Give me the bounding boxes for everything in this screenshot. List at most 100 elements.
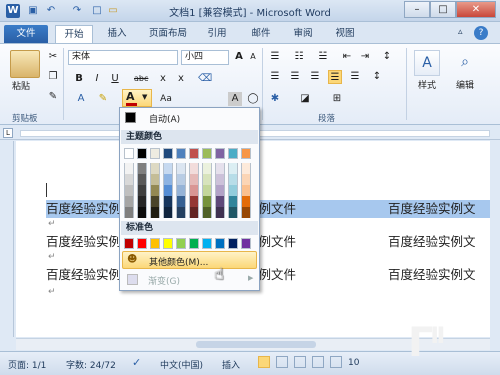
standard-color-row[interactable] <box>124 238 256 249</box>
theme-shade-swatch[interactable] <box>163 207 173 218</box>
line-spacing-icon[interactable]: ↕ <box>370 70 384 84</box>
theme-shade-swatch[interactable] <box>215 185 225 196</box>
theme-shade-swatch[interactable] <box>137 196 147 207</box>
standard-color-swatch[interactable] <box>124 238 134 249</box>
standard-color-swatch[interactable] <box>241 238 251 249</box>
theme-shade-swatch[interactable] <box>150 174 160 185</box>
web-layout-icon[interactable] <box>294 356 306 368</box>
theme-shade-swatch[interactable] <box>215 174 225 185</box>
more-colors-item[interactable]: ☻ 其他颜色(M)... <box>122 251 257 269</box>
grow-font-icon[interactable]: A <box>232 50 246 64</box>
theme-shade-swatch[interactable] <box>189 185 199 196</box>
theme-shade-swatch[interactable] <box>137 163 147 174</box>
theme-shade-swatch[interactable] <box>202 185 212 196</box>
shading-icon[interactable]: ◪ <box>298 92 312 106</box>
doc-line[interactable]: 百度经验实例 实例文件 百度经验实例文 <box>46 266 490 284</box>
maximize-button[interactable]: □ <box>430 1 456 18</box>
multilevel-icon[interactable]: ☱ <box>316 50 330 64</box>
theme-shade-swatch[interactable] <box>150 196 160 207</box>
theme-shade-swatch[interactable] <box>228 163 238 174</box>
theme-color-swatch[interactable] <box>150 148 160 159</box>
print-layout-icon[interactable] <box>258 356 270 368</box>
format-painter-icon[interactable]: ✎ <box>46 90 60 104</box>
char-shading-icon[interactable]: A <box>228 92 242 106</box>
text-effect-icon[interactable]: A <box>74 92 88 106</box>
theme-shade-swatch[interactable] <box>228 207 238 218</box>
asian-layout-icon[interactable]: ✱ <box>268 92 282 106</box>
scroll-thumb[interactable] <box>196 341 316 348</box>
theme-shade-swatch[interactable] <box>124 163 134 174</box>
proofing-icon[interactable]: ✓ <box>132 356 141 369</box>
theme-shade-swatch[interactable] <box>189 196 199 207</box>
theme-shade-swatch[interactable] <box>215 196 225 207</box>
tab-page-layout[interactable]: 页面布局 <box>142 25 194 43</box>
standard-color-swatch[interactable] <box>189 238 199 249</box>
theme-shade-swatch[interactable] <box>176 207 186 218</box>
standard-color-swatch[interactable] <box>137 238 147 249</box>
standard-color-swatch[interactable] <box>150 238 160 249</box>
theme-color-swatch[interactable] <box>215 148 225 159</box>
theme-shade-swatch[interactable] <box>241 185 251 196</box>
standard-color-swatch[interactable] <box>176 238 186 249</box>
insert-mode[interactable]: 插入 <box>222 358 240 371</box>
distribute-icon[interactable]: ☰ <box>348 70 362 84</box>
tab-mailings[interactable]: 邮件 <box>244 25 278 43</box>
theme-shade-swatch[interactable] <box>241 207 251 218</box>
theme-shade-swatch[interactable] <box>241 174 251 185</box>
language[interactable]: 中文(中国) <box>160 358 203 371</box>
theme-shade-swatch[interactable] <box>228 174 238 185</box>
theme-shade-swatch[interactable] <box>202 174 212 185</box>
reading-view-icon[interactable] <box>276 356 288 368</box>
theme-shade-swatch[interactable] <box>163 174 173 185</box>
tab-insert[interactable]: 插入 <box>100 25 134 43</box>
decrease-indent-icon[interactable]: ⇤ <box>340 50 354 64</box>
numbering-icon[interactable]: ☷ <box>292 50 306 64</box>
theme-shade-swatch[interactable] <box>176 185 186 196</box>
minimize-button[interactable]: – <box>404 1 430 18</box>
theme-color-swatch[interactable] <box>137 148 147 159</box>
outline-view-icon[interactable] <box>312 356 324 368</box>
underline-icon[interactable]: U <box>108 72 122 86</box>
paste-icon[interactable] <box>10 50 40 78</box>
theme-color-swatch[interactable] <box>163 148 173 159</box>
theme-shade-swatch[interactable] <box>189 174 199 185</box>
bold-icon[interactable]: B <box>72 72 86 86</box>
increase-indent-icon[interactable]: ⇥ <box>358 50 372 64</box>
theme-shade-swatch[interactable] <box>163 163 173 174</box>
styles-icon[interactable]: A <box>414 50 440 76</box>
tab-references[interactable]: 引用 <box>200 25 234 43</box>
paste-label[interactable]: 粘贴 <box>12 79 30 92</box>
align-right-icon[interactable]: ☰ <box>308 70 322 84</box>
save-icon[interactable]: ▣ <box>26 4 40 18</box>
theme-shade-swatch[interactable] <box>189 163 199 174</box>
theme-shade-swatch[interactable] <box>163 196 173 207</box>
theme-shade-swatch[interactable] <box>124 174 134 185</box>
theme-color-swatch[interactable] <box>124 148 134 159</box>
tab-selector-icon[interactable]: L <box>3 128 13 138</box>
italic-icon[interactable]: I <box>90 72 104 86</box>
page-count[interactable]: 页面: 1/1 <box>8 358 46 371</box>
draft-view-icon[interactable] <box>330 356 342 368</box>
font-color-button[interactable]: A ▼ <box>122 89 152 107</box>
theme-shade-swatch[interactable] <box>176 174 186 185</box>
cut-icon[interactable]: ✂ <box>46 50 60 64</box>
zoom-level[interactable]: 10 <box>348 358 359 368</box>
theme-shade-swatch[interactable] <box>202 163 212 174</box>
theme-shade-swatch[interactable] <box>215 207 225 218</box>
doc-line-selected[interactable]: 百度经验实例 实例文件 百度经验实例文 <box>46 200 490 218</box>
help-icon[interactable]: ? <box>474 26 488 40</box>
copy-icon[interactable]: ❐ <box>46 70 60 84</box>
theme-color-swatch[interactable] <box>228 148 238 159</box>
undo-icon[interactable]: ↶ <box>44 4 58 18</box>
bullets-icon[interactable]: ☰ <box>268 50 282 64</box>
theme-color-swatch[interactable] <box>202 148 212 159</box>
theme-shade-swatch[interactable] <box>150 185 160 196</box>
open-icon[interactable]: ▭ <box>106 4 120 18</box>
close-button[interactable]: ✕ <box>456 1 496 18</box>
justify-icon[interactable]: ☰ <box>328 70 342 84</box>
theme-shade-swatch[interactable] <box>215 163 225 174</box>
standard-color-swatch[interactable] <box>215 238 225 249</box>
tab-view[interactable]: 视图 <box>328 25 362 43</box>
doc-line[interactable]: 百度经验实例 实例文件 百度经验实例文 <box>46 233 490 251</box>
align-left-icon[interactable]: ☰ <box>268 70 282 84</box>
